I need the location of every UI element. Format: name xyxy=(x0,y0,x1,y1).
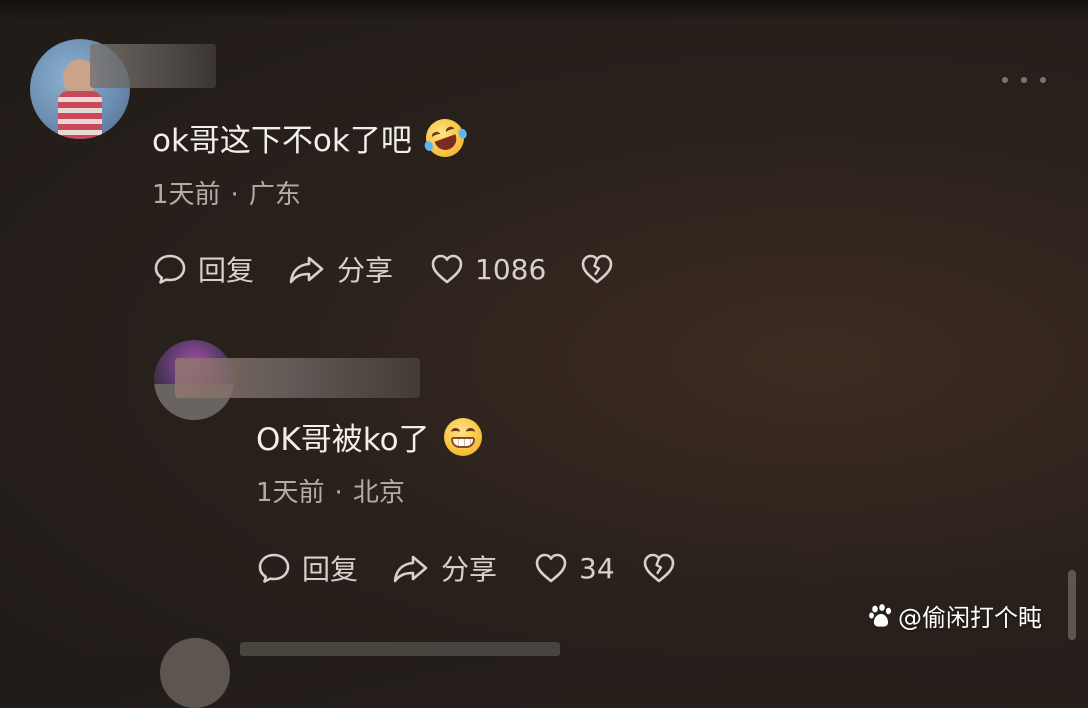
comment-time: 1天前 xyxy=(256,478,325,508)
share-label: 分享 xyxy=(337,254,394,287)
like-button[interactable]: 34 xyxy=(533,550,641,586)
share-arrow-icon xyxy=(289,256,324,284)
watermark-text: @偷闲打个盹 xyxy=(898,604,1042,632)
share-label: 分享 xyxy=(441,553,498,586)
scrollbar-thumb[interactable] xyxy=(1068,570,1076,640)
share-button[interactable]: 分享 xyxy=(287,249,429,289)
comment-location: 广东 xyxy=(248,180,301,210)
comment-meta: 1天前 · 北京 xyxy=(256,472,405,509)
comment-actions: 回复 分享 1086 xyxy=(152,249,615,289)
more-dot-icon xyxy=(1040,77,1046,83)
comment-meta: 1天前 · 广东 xyxy=(152,174,301,211)
comment-text: ok哥这下不ok了吧 xyxy=(152,113,470,162)
avatar[interactable] xyxy=(160,638,230,708)
meta-separator: · xyxy=(334,478,343,508)
broken-heart-icon xyxy=(581,254,613,284)
like-count: 1086 xyxy=(475,252,547,286)
more-dot-icon xyxy=(1002,77,1008,83)
meta-separator: · xyxy=(230,180,239,210)
comment-actions: 回复 分享 34 xyxy=(256,548,677,588)
paw-logo-icon xyxy=(869,603,892,627)
comment-body: OK哥被ko了 xyxy=(256,422,430,458)
speech-bubble-icon xyxy=(258,553,290,583)
reply-button[interactable]: 回复 xyxy=(152,249,287,289)
reply-button[interactable]: 回复 xyxy=(256,548,391,588)
like-button[interactable]: 1086 xyxy=(429,251,579,287)
reply-label: 回复 xyxy=(198,254,255,287)
like-count: 34 xyxy=(579,551,615,585)
comment-body: ok哥这下不ok了吧 xyxy=(152,123,412,159)
dislike-button[interactable] xyxy=(641,550,677,586)
dislike-button[interactable] xyxy=(579,251,615,287)
username-redacted xyxy=(90,44,216,88)
heart-icon xyxy=(431,254,463,284)
comment-location: 北京 xyxy=(352,478,405,508)
rolling-on-floor-laughing-icon xyxy=(420,113,470,162)
username-redacted xyxy=(175,358,420,398)
more-options-button[interactable] xyxy=(1002,68,1046,92)
share-button[interactable]: 分享 xyxy=(391,548,533,588)
speech-bubble-icon xyxy=(154,254,186,284)
broken-heart-icon xyxy=(643,553,675,583)
top-edge xyxy=(0,0,1088,20)
comment-text: OK哥被ko了 xyxy=(256,414,482,459)
more-dot-icon xyxy=(1021,77,1027,83)
share-arrow-icon xyxy=(393,555,428,583)
comment-time: 1天前 xyxy=(152,180,221,210)
watermark: @偷闲打个盹 xyxy=(868,598,1042,633)
heart-icon xyxy=(535,553,567,583)
reply-label: 回复 xyxy=(302,553,359,586)
grinning-face-icon xyxy=(443,417,482,456)
